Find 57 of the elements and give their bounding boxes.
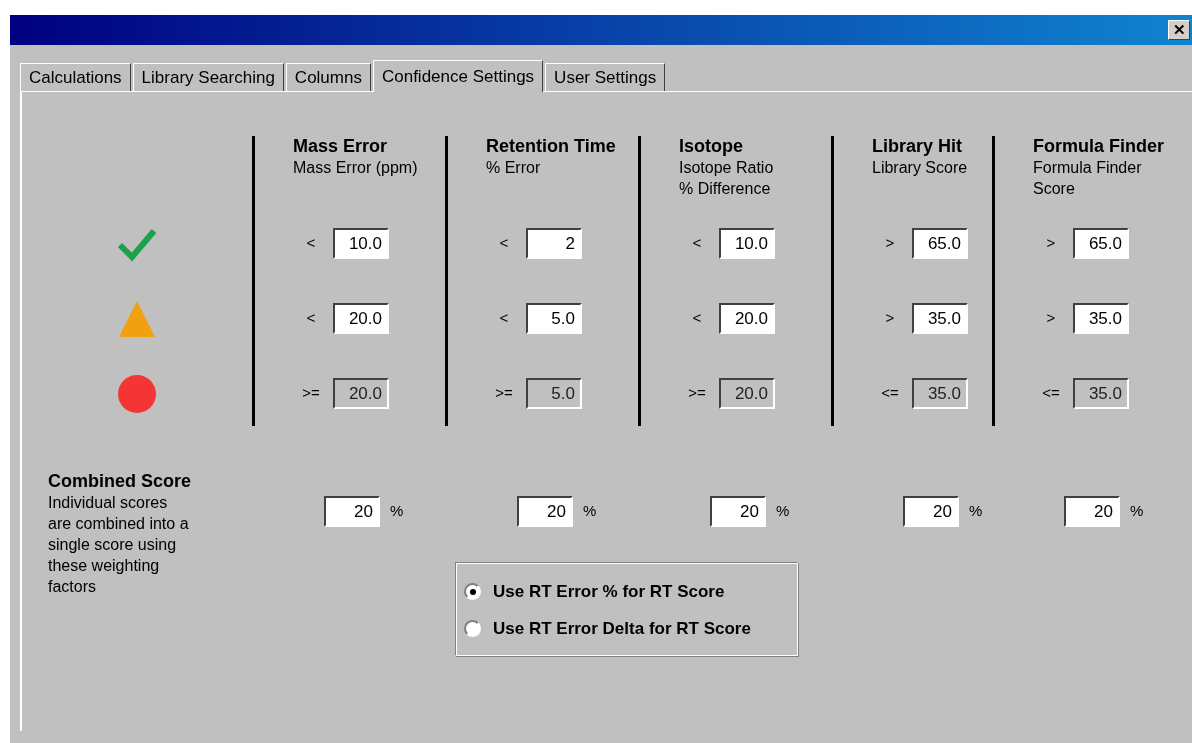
column-subtitle: Mass Error (ppm) bbox=[293, 158, 419, 178]
operator-label: < bbox=[305, 233, 317, 254]
operator-label: >= bbox=[494, 383, 514, 404]
radio-button[interactable] bbox=[464, 583, 481, 600]
column-subtitle: % Error bbox=[486, 158, 542, 178]
tab[interactable]: Library Searching bbox=[132, 63, 284, 91]
threshold-field[interactable]: 10.0 bbox=[333, 228, 389, 259]
operator-label: >= bbox=[687, 383, 707, 404]
unit-label: % bbox=[969, 501, 983, 522]
weight-field[interactable]: 20 bbox=[903, 496, 959, 527]
section-description: Individual scores are combined into a single score using these weighting factors bbox=[48, 493, 190, 597]
operator-label: > bbox=[1045, 233, 1057, 254]
operator-label: < bbox=[498, 308, 510, 329]
threshold-field[interactable]: 35.0 bbox=[1073, 303, 1129, 334]
operator-label: > bbox=[1045, 308, 1057, 329]
radio-label: Use RT Error % for RT Score bbox=[493, 580, 725, 603]
column-title: Retention Time bbox=[486, 136, 617, 157]
threshold-field[interactable]: 10.0 bbox=[719, 228, 775, 259]
threshold-field[interactable]: 20.0 bbox=[719, 303, 775, 334]
tab[interactable]: Confidence Settings bbox=[372, 60, 544, 92]
threshold-field[interactable]: 65.0 bbox=[912, 228, 968, 259]
operator-label: <= bbox=[880, 383, 900, 404]
close-button[interactable]: ✕ bbox=[1168, 20, 1190, 40]
operator-label: < bbox=[498, 233, 510, 254]
unit-label: % bbox=[583, 501, 597, 522]
weight-field[interactable]: 20 bbox=[1064, 496, 1120, 527]
column-title: Library Hit bbox=[872, 136, 964, 157]
column-subtitle: Formula Finder Score bbox=[1033, 158, 1143, 199]
unit-label: % bbox=[1130, 501, 1144, 522]
column-subtitle: Isotope Ratio % Difference bbox=[679, 158, 775, 199]
weight-field[interactable]: 20 bbox=[324, 496, 380, 527]
column-title: Formula Finder bbox=[1033, 136, 1165, 157]
operator-label: < bbox=[305, 308, 317, 329]
operator-label: >= bbox=[301, 383, 321, 404]
operator-label: > bbox=[884, 233, 896, 254]
column-title: Mass Error bbox=[293, 136, 389, 157]
threshold-field[interactable]: 35.0 bbox=[912, 303, 968, 334]
unit-label: % bbox=[776, 501, 790, 522]
tab[interactable]: Calculations bbox=[20, 63, 131, 91]
unit-label: % bbox=[390, 501, 404, 522]
tab[interactable]: Columns bbox=[285, 63, 371, 91]
column-subtitle: Library Score bbox=[872, 158, 969, 178]
operator-label: > bbox=[884, 308, 896, 329]
threshold-field[interactable]: 65.0 bbox=[1073, 228, 1129, 259]
weight-field[interactable]: 20 bbox=[517, 496, 573, 527]
operator-label: < bbox=[691, 308, 703, 329]
threshold-field[interactable]: 20.0 bbox=[333, 303, 389, 334]
column-title: Isotope bbox=[679, 136, 744, 157]
threshold-field[interactable]: 5.0 bbox=[526, 303, 582, 334]
tab[interactable]: User Settings bbox=[545, 63, 666, 91]
section-title: Combined Score bbox=[48, 471, 193, 492]
radio-button[interactable] bbox=[464, 620, 481, 637]
weight-field[interactable]: 20 bbox=[710, 496, 766, 527]
radio-label: Use RT Error Delta for RT Score bbox=[493, 617, 751, 640]
operator-label: <= bbox=[1041, 383, 1061, 404]
threshold-field[interactable]: 2 bbox=[526, 228, 582, 259]
operator-label: < bbox=[691, 233, 703, 254]
